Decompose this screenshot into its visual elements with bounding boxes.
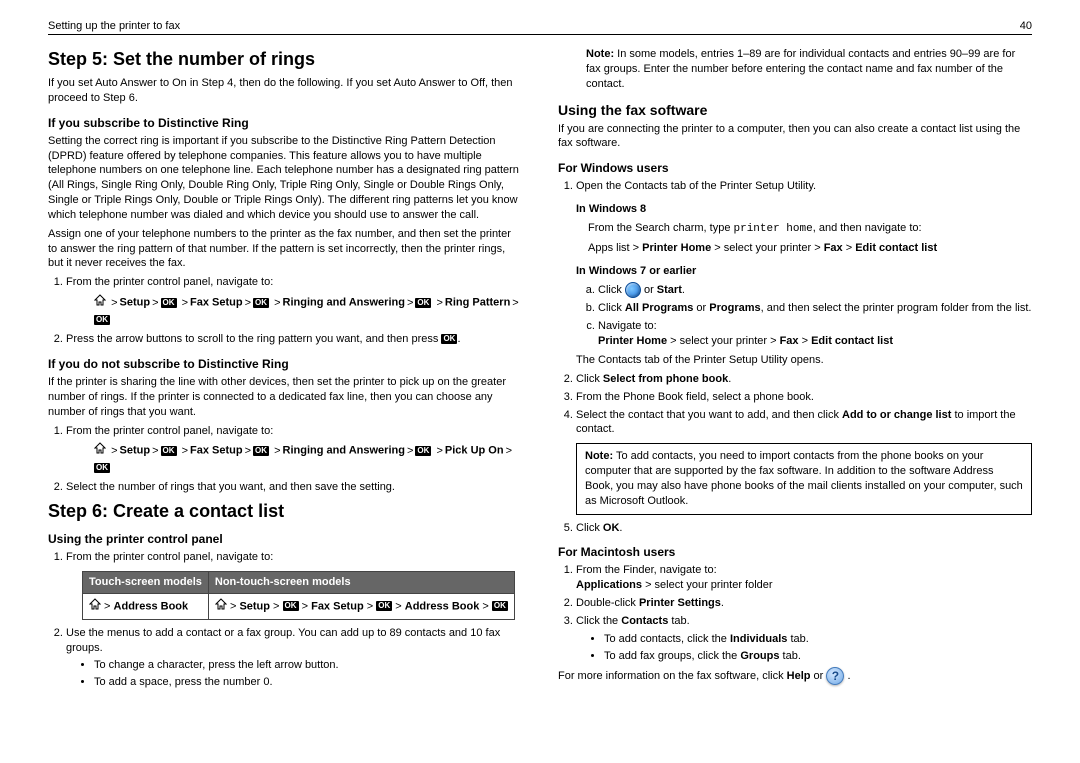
table-header-nontouch: Non‑touch‑screen models <box>208 572 514 594</box>
right-column: Note: In some models, entries 1–89 are f… <box>558 43 1032 694</box>
dr-step1: From the printer control panel, navigate… <box>66 275 522 328</box>
win7-heading: In Windows 7 or earlier <box>576 264 1032 279</box>
home-icon <box>89 598 101 615</box>
footer-help: For more information on the fax software… <box>558 667 1032 685</box>
windows-orb-icon <box>625 282 641 298</box>
ok-icon: OK <box>253 446 269 456</box>
win-step5: Click OK. <box>576 521 1032 536</box>
win-step3: From the Phone Book field, select a phon… <box>576 390 1032 405</box>
nav-path-1: >Setup>OK >Fax Setup>OK >Ringing and Ans… <box>94 294 522 328</box>
page-number: 40 <box>1020 20 1032 32</box>
mac-bullet-1: To add contacts, click the Individuals t… <box>604 632 1032 647</box>
ok-icon: OK <box>94 463 110 473</box>
ok-icon: OK <box>415 298 431 308</box>
win7-a: Click or Start. <box>598 282 1032 298</box>
control-panel-heading: Using the printer control panel <box>48 532 522 546</box>
win8-heading: In Windows 8 <box>576 202 1032 217</box>
step6-heading: Step 6: Create a contact list <box>48 501 522 522</box>
ok-icon: OK <box>376 601 392 611</box>
fax-software-intro: If you are connecting the printer to a c… <box>558 122 1032 152</box>
cp-bullet-2: To add a space, press the number 0. <box>94 675 522 690</box>
ndr-step2: Select the number of rings that you want… <box>66 480 522 495</box>
no-dr-p1: If the printer is sharing the line with … <box>48 375 522 420</box>
distinctive-ring-p2: Assign one of your telephone numbers to … <box>48 227 522 272</box>
win-step1: Open the Contacts tab of the Printer Set… <box>576 179 1032 368</box>
step5-heading: Step 5: Set the number of rings <box>48 49 522 70</box>
home-icon <box>94 294 106 312</box>
nav-path-2: >Setup>OK >Fax Setup>OK >Ringing and Ans… <box>94 442 522 476</box>
win7-b: Click All Programs or Programs, and then… <box>598 301 1032 316</box>
contacts-tab-opens: The Contacts tab of the Printer Setup Ut… <box>576 353 1032 368</box>
ndr-step1: From the printer control panel, navigate… <box>66 424 522 477</box>
note-top: Note: In some models, entries 1–89 are f… <box>586 47 1032 92</box>
no-distinctive-ring-heading: If you do not subscribe to Distinctive R… <box>48 357 522 371</box>
table-header-touch: Touch‑screen models <box>83 572 209 594</box>
home-icon <box>94 442 106 460</box>
windows-users-heading: For Windows users <box>558 161 1032 175</box>
mac-nav: Applications > select your printer folde… <box>576 578 1032 593</box>
ok-icon: OK <box>161 298 177 308</box>
distinctive-ring-p1: Setting the correct ring is important if… <box>48 134 522 223</box>
mac-bullet-2: To add fax groups, click the Groups tab. <box>604 649 1032 664</box>
ok-icon: OK <box>253 298 269 308</box>
win8-text: From the Search charm, type printer home… <box>588 221 1032 237</box>
ok-icon: OK <box>94 315 110 325</box>
win7-nav: Printer Home > select your printer > Fax… <box>598 334 1032 349</box>
mac-users-heading: For Macintosh users <box>558 545 1032 559</box>
header-left: Setting up the printer to fax <box>48 20 180 32</box>
model-nav-table: Touch‑screen models Non‑touch‑screen mod… <box>82 571 515 620</box>
cp-step2: Use the menus to add a contact or a fax … <box>66 626 522 690</box>
mac-step2: Double‑click Printer Settings. <box>576 596 1032 611</box>
note-box: Note: To add contacts, you need to impor… <box>576 443 1032 514</box>
win-step2: Click Select from phone book. <box>576 372 1032 387</box>
ok-icon: OK <box>492 601 508 611</box>
step5-intro: If you set Auto Answer to On in Step 4, … <box>48 76 522 106</box>
fax-software-heading: Using the fax software <box>558 102 1032 118</box>
table-cell-touch: > Address Book <box>83 593 209 619</box>
page-header: Setting up the printer to fax 40 <box>48 20 1032 35</box>
dr-step2: Press the arrow buttons to scroll to the… <box>66 332 522 347</box>
cp-bullet-1: To change a character, press the left ar… <box>94 658 522 673</box>
win7-c: Navigate to: Printer Home > select your … <box>598 319 1032 349</box>
win8-nav: Apps list > Printer Home > select your p… <box>588 241 1032 256</box>
ok-icon: OK <box>161 446 177 456</box>
left-column: Step 5: Set the number of rings If you s… <box>48 43 522 694</box>
distinctive-ring-heading: If you subscribe to Distinctive Ring <box>48 116 522 130</box>
cp-step1: From the printer control panel, navigate… <box>66 550 522 620</box>
mac-step1: From the Finder, navigate to: Applicatio… <box>576 563 1032 593</box>
ok-icon: OK <box>415 446 431 456</box>
ok-icon: OK <box>441 334 457 344</box>
win-step4: Select the contact that you want to add,… <box>576 408 1032 515</box>
mac-step3: Click the Contacts tab. To add contacts,… <box>576 614 1032 664</box>
ok-icon: OK <box>283 601 299 611</box>
help-icon: ? <box>826 667 844 685</box>
table-cell-nontouch: > Setup > OK > Fax Setup > OK > Address … <box>208 593 514 619</box>
home-icon <box>215 598 227 615</box>
